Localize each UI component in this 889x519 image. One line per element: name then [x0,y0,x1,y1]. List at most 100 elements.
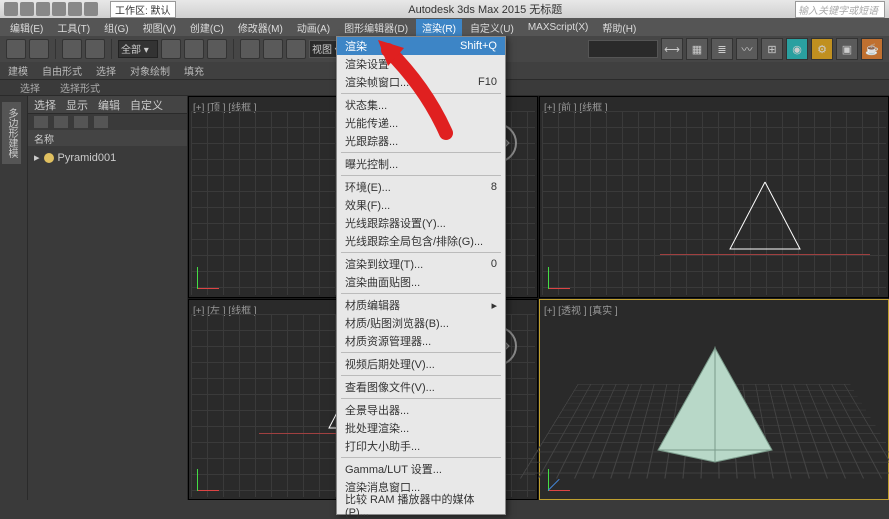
menu-item[interactable]: 状态集... [337,96,505,114]
menu-group[interactable]: 组(G) [98,19,134,36]
axis-tripod [197,261,225,289]
sub-select[interactable]: 选择 [20,80,40,95]
redo-button[interactable] [29,39,49,59]
menu-tools[interactable]: 工具(T) [51,19,96,36]
menu-item[interactable]: Gamma/LUT 设置... [337,460,505,478]
menu-item[interactable]: 光线跟踪全局包含/排除(G)... [337,232,505,250]
select-region-button[interactable] [207,39,227,59]
qat-btn[interactable] [36,2,50,16]
titlebar: 工作区: 默认 Autodesk 3ds Max 2015 无标题 输入关键字或… [0,0,889,18]
align-button[interactable]: ▦ [686,38,708,60]
menu-item[interactable]: 视频后期处理(V)... [337,355,505,373]
menu-separator [341,175,501,176]
menu-item[interactable]: 曝光控制... [337,155,505,173]
menu-item[interactable]: 光线跟踪器设置(Y)... [337,214,505,232]
select-name-button[interactable] [184,39,204,59]
menu-item[interactable]: 全景导出器... [337,401,505,419]
menu-separator [341,398,501,399]
selection-filter[interactable]: 全部 ▾ [118,40,158,58]
menu-item[interactable]: 材质编辑器▸ [337,296,505,314]
menu-item[interactable]: 查看图像文件(V)... [337,378,505,396]
select-button[interactable] [161,39,181,59]
menu-separator [341,252,501,253]
menu-separator [341,457,501,458]
material-editor-button[interactable]: ◉ [786,38,808,60]
qat-btn[interactable] [52,2,66,16]
qat-btn[interactable] [20,2,34,16]
tree-item[interactable]: ▸ Pyramid001 [34,150,181,165]
filter-icon[interactable] [34,116,48,128]
menu-animation[interactable]: 动画(A) [291,19,336,36]
workspace-selector[interactable]: 工作区: 默认 [110,1,176,18]
ribbon-modeling[interactable]: 建模 [8,63,28,78]
viewport-front[interactable]: [+] [前 ] [线框 ] [539,96,889,298]
expand-icon[interactable]: ▸ [34,151,40,164]
menu-item[interactable]: 渲染到纹理(T)...0 [337,255,505,273]
tab-custom[interactable]: 自定义 [130,97,163,113]
render-setup-button[interactable]: ⚙ [811,38,833,60]
menu-rendering[interactable]: 渲染(R) [416,19,462,36]
mirror-button[interactable]: ⟷ [661,38,683,60]
qat-btn[interactable] [68,2,82,16]
menu-item[interactable]: 环境(E)...8 [337,178,505,196]
app-icon[interactable] [4,2,18,16]
menu-separator [341,93,501,94]
menu-edit[interactable]: 编辑(E) [4,19,49,36]
tab-edit[interactable]: 编辑 [98,97,120,113]
menu-item-label: 光能传递... [345,115,398,131]
menu-item[interactable]: 效果(F)... [337,196,505,214]
menu-item[interactable]: 批处理渲染... [337,419,505,437]
menu-modifiers[interactable]: 修改器(M) [232,19,289,36]
viewport-label[interactable]: [+] [透视 ] [真实 ] [544,302,618,317]
menu-item-label: 材质编辑器 [345,297,400,313]
menu-item[interactable]: 打印大小助手... [337,437,505,455]
menu-item[interactable]: 材质/贴图浏览器(B)... [337,314,505,332]
menu-item[interactable]: 光跟踪器... [337,132,505,150]
filter-icon[interactable] [94,116,108,128]
help-search[interactable]: 输入关键字或短语 [795,1,885,18]
menu-customize[interactable]: 自定义(U) [464,19,520,36]
menu-item[interactable]: 渲染设置 [337,55,505,73]
app-title: Autodesk 3ds Max 2015 无标题 [176,1,795,17]
rotate-button[interactable] [263,39,283,59]
menu-item[interactable]: 渲染Shift+Q [337,37,505,55]
unlink-button[interactable] [85,39,105,59]
menubar: 编辑(E) 工具(T) 组(G) 视图(V) 创建(C) 修改器(M) 动画(A… [0,18,889,36]
menu-item[interactable]: 材质资源管理器... [337,332,505,350]
named-sel[interactable] [588,40,658,58]
menu-item[interactable]: 渲染帧窗口...F10 [337,73,505,91]
sub-select-form[interactable]: 选择形式 [60,80,100,95]
move-button[interactable] [240,39,260,59]
menu-item[interactable]: 光能传递... [337,114,505,132]
tab-display[interactable]: 显示 [66,97,88,113]
layer-button[interactable]: ≣ [711,38,733,60]
filter-icon[interactable] [74,116,88,128]
menu-help[interactable]: 帮助(H) [596,19,642,36]
menu-graph-editors[interactable]: 图形编辑器(D) [338,19,414,36]
undo-button[interactable] [6,39,26,59]
render-button[interactable]: ☕ [861,38,883,60]
menu-item[interactable]: 比较 RAM 播放器中的媒体(P)... [337,496,505,514]
menu-create[interactable]: 创建(C) [184,19,230,36]
menu-item-shortcut: 8 [491,181,497,193]
link-button[interactable] [62,39,82,59]
ribbon-populate[interactable]: 填充 [184,63,204,78]
menu-item-label: 光跟踪器... [345,133,398,149]
menu-item[interactable]: 渲染曲面贴图... [337,273,505,291]
filter-icon[interactable] [54,116,68,128]
menu-views[interactable]: 视图(V) [137,19,182,36]
tab-select[interactable]: 选择 [34,97,56,113]
poly-modeling-tab[interactable]: 多边形建模 [2,102,21,164]
menu-item-shortcut: 0 [491,258,497,270]
qat-btn[interactable] [84,2,98,16]
curve-editor-button[interactable]: 〰 [736,38,758,60]
schematic-button[interactable]: ⊞ [761,38,783,60]
ribbon-objectpaint[interactable]: 对象绘制 [130,63,170,78]
ribbon-freeform[interactable]: 自由形式 [42,63,82,78]
menu-maxscript[interactable]: MAXScript(X) [522,21,595,34]
viewport-perspective[interactable]: [+] [透视 ] [真实 ] [539,299,889,501]
name-header[interactable]: 名称 [28,130,187,146]
ribbon-selection[interactable]: 选择 [96,63,116,78]
render-frame-button[interactable]: ▣ [836,38,858,60]
scale-button[interactable] [286,39,306,59]
